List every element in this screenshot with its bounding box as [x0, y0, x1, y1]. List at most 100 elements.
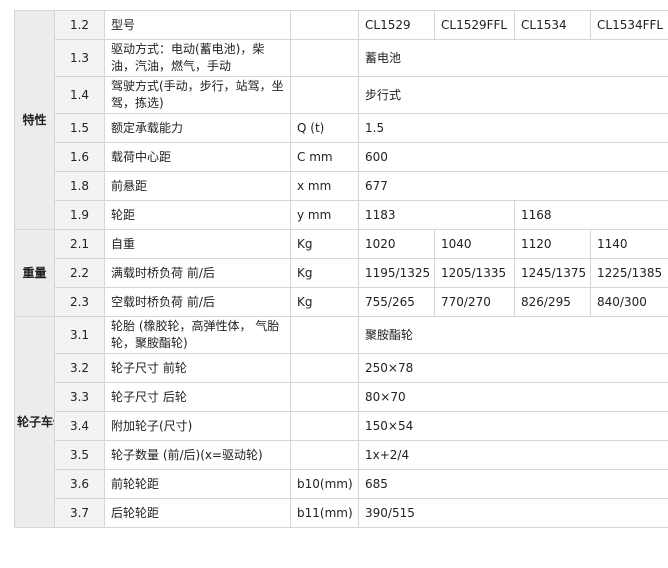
row-number: 2.2 [54, 258, 105, 288]
param-label: 空载时桥负荷 前/后 [104, 287, 291, 317]
table-row: 轮子车体3.1轮胎 (橡胶轮，高弹性体， 气胎轮，聚胺酯轮) 聚胺酯轮 [14, 316, 668, 528]
value-cell: CL1529FFL [434, 10, 515, 40]
param-label: 后轮轮距 [104, 498, 291, 528]
value-cell: 1225/1385 [590, 258, 668, 288]
row-number: 1.5 [54, 113, 105, 143]
value-cell: 755/265 [358, 287, 435, 317]
unit-cell: Kg [290, 258, 359, 288]
param-label: 驱动方式：电动(蓄电池)，柴油，汽油，燃气，手动 [104, 39, 291, 77]
param-label: 轮子尺寸 前轮 [104, 353, 291, 383]
row-number: 3.4 [54, 411, 105, 441]
unit-cell: y mm [290, 200, 359, 230]
table-row: 1.6 载荷中心距 C mm 600 [15, 142, 668, 172]
param-label: 额定承载能力 [104, 113, 291, 143]
param-label: 轮距 [104, 200, 291, 230]
value-cell: 1x+2/4 [358, 440, 668, 470]
value-cell: 1040 [434, 229, 515, 259]
value-cell: 1140 [590, 229, 668, 259]
table-row: 3.5 轮子数量 (前/后)(x=驱动轮) 1x+2/4 [15, 440, 668, 470]
param-label: 自重 [104, 229, 291, 259]
unit-cell [290, 411, 359, 441]
param-label: 型号 [104, 10, 291, 40]
row-number: 3.2 [54, 353, 105, 383]
table-row: 2.3 空载时桥负荷 前/后 Kg 755/265 770/270 826/295 840/… [15, 287, 668, 317]
param-label: 驾驶方式(手动，步行，站驾，坐驾，拣选) [104, 76, 291, 114]
value-cell: 150×54 [358, 411, 668, 441]
value-cell: 390/515 [358, 498, 668, 528]
value-cell: 1120 [514, 229, 591, 259]
param-label: 满载时桥负荷 前/后 [104, 258, 291, 288]
unit-cell: C mm [290, 142, 359, 172]
table-row: 特性 1.2 型号 CL1529 CL1529FFL CL1534 CL1534FFL [14, 10, 668, 230]
value-cell: CL1529 [358, 10, 435, 40]
table-row: 1.5 额定承载能力 Q (t) 1.5 [15, 113, 668, 143]
row-number: 1.4 [54, 76, 105, 114]
unit-cell [290, 316, 359, 354]
value-cell: CL1534FFL [590, 10, 668, 40]
unit-cell [290, 353, 359, 383]
unit-cell [290, 76, 359, 114]
row-number: 1.2 [54, 10, 105, 40]
value-cell: 1168 [514, 200, 668, 230]
row-number: 2.1 [54, 229, 105, 259]
row-number: 3.6 [54, 469, 105, 499]
param-label: 轮胎 (橡胶轮，高弹性体， 气胎轮，聚胺酯轮) [104, 316, 291, 354]
value-cell: 840/300 [590, 287, 668, 317]
value-cell: 80×70 [358, 382, 668, 412]
value-cell: 826/295 [514, 287, 591, 317]
value-cell: 600 [358, 142, 668, 172]
table-row: 1.3 驱动方式：电动(蓄电池)，柴油，汽油，燃气，手动 蓄电池 [15, 39, 668, 77]
unit-cell [290, 39, 359, 77]
spec-table: 特性 1.2 型号 CL1529 CL1529FFL CL1534 CL1534FFL 1.3… [14, 10, 668, 528]
row-number: 1.6 [54, 142, 105, 172]
section-header: 重量 [14, 229, 55, 317]
unit-cell: Q (t) [290, 113, 359, 143]
table-row: 1.8 前悬距 x mm 677 [15, 171, 668, 201]
value-cell: 770/270 [434, 287, 515, 317]
table-row: 1.9 轮距 y mm 1183 1168 [15, 200, 668, 230]
row-number: 3.3 [54, 382, 105, 412]
table-row: 重量 2.1 自重 Kg 1020 1040 1120 1140 [14, 229, 668, 317]
param-label: 载荷中心距 [104, 142, 291, 172]
value-cell: 1.5 [358, 113, 668, 143]
value-cell: 1245/1375 [514, 258, 591, 288]
row-number: 1.3 [54, 39, 105, 77]
unit-cell: Kg [290, 229, 359, 259]
table-row: 3.2 轮子尺寸 前轮 250×78 [15, 353, 668, 383]
value-cell: 1020 [358, 229, 435, 259]
row-number: 3.5 [54, 440, 105, 470]
value-cell: 步行式 [358, 76, 668, 114]
row-number: 1.8 [54, 171, 105, 201]
unit-cell [290, 440, 359, 470]
param-label: 前轮轮距 [104, 469, 291, 499]
value-cell: 250×78 [358, 353, 668, 383]
unit-cell: x mm [290, 171, 359, 201]
section-header: 轮子车体 [14, 316, 55, 528]
table-row: 1.4 驾驶方式(手动，步行，站驾，坐驾，拣选) 步行式 [15, 76, 668, 114]
unit-cell [290, 10, 359, 40]
unit-cell: b10(mm) [290, 469, 359, 499]
spec-table-body: 特性 1.2 型号 CL1529 CL1529FFL CL1534 CL1534FFL 1.3… [14, 10, 668, 528]
value-cell: CL1534 [514, 10, 591, 40]
unit-cell [290, 382, 359, 412]
value-cell: 1195/1325 [358, 258, 435, 288]
table-row: 3.7 后轮轮距 b11(mm) 390/515 [15, 498, 668, 528]
table-row: 2.2 满载时桥负荷 前/后 Kg 1195/1325 1205/1335 1245/13… [15, 258, 668, 288]
row-number: 1.9 [54, 200, 105, 230]
value-cell: 1183 [358, 200, 515, 230]
table-row: 3.6 前轮轮距 b10(mm) 685 [15, 469, 668, 499]
value-cell: 蓄电池 [358, 39, 668, 77]
row-number: 2.3 [54, 287, 105, 317]
param-label: 轮子数量 (前/后)(x=驱动轮) [104, 440, 291, 470]
value-cell: 1205/1335 [434, 258, 515, 288]
value-cell: 677 [358, 171, 668, 201]
param-label: 附加轮子(尺寸) [104, 411, 291, 441]
section-header: 特性 [14, 10, 55, 230]
row-number: 3.1 [54, 316, 105, 354]
unit-cell: b11(mm) [290, 498, 359, 528]
table-row: 3.4 附加轮子(尺寸) 150×54 [15, 411, 668, 441]
table-row: 3.3 轮子尺寸 后轮 80×70 [15, 382, 668, 412]
param-label: 轮子尺寸 后轮 [104, 382, 291, 412]
value-cell: 685 [358, 469, 668, 499]
param-label: 前悬距 [104, 171, 291, 201]
